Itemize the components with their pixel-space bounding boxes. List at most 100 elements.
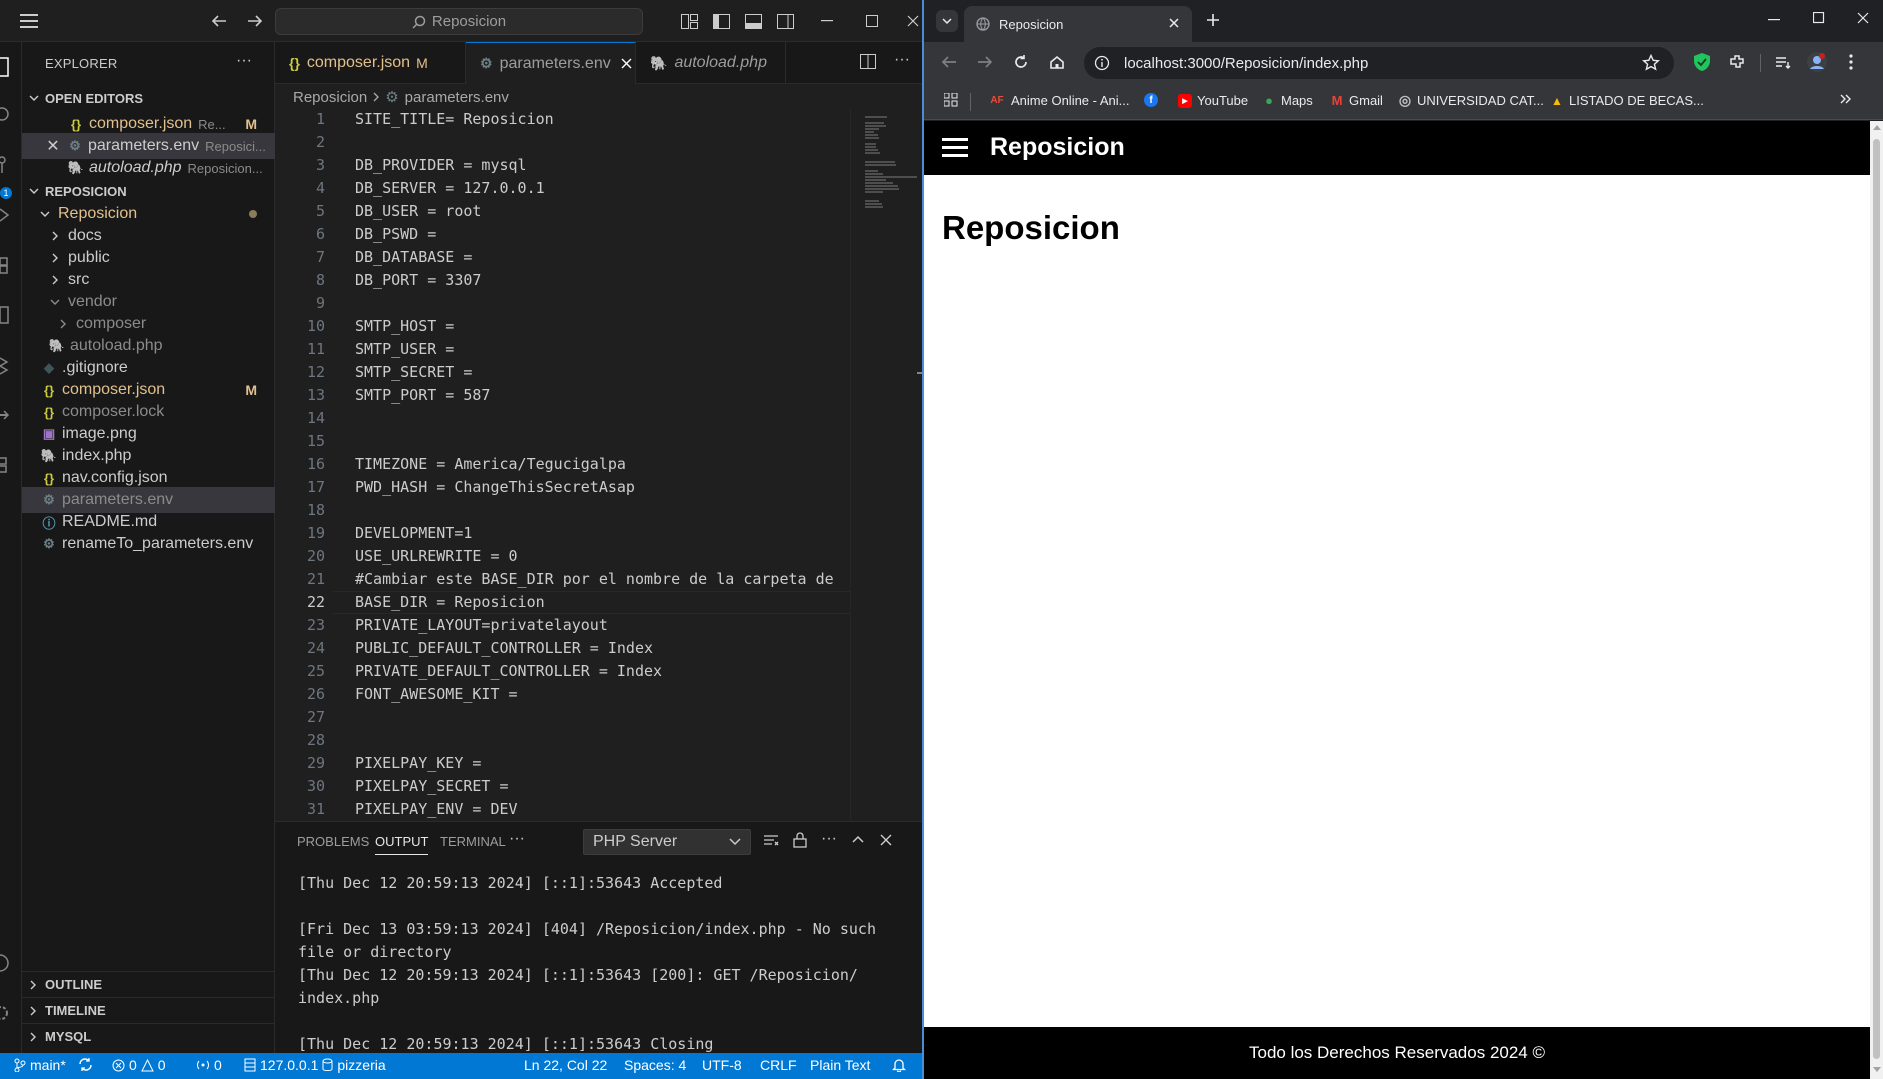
bookmark-anime-online[interactable]: AF Anime Online - Ani... (988, 93, 1129, 108)
tab-search-icon[interactable] (936, 10, 958, 32)
code-line[interactable]: SMTP_USER = (355, 338, 454, 361)
open-editors-section[interactable]: OPEN EDITORS (22, 85, 275, 111)
code-line[interactable]: DB_PROVIDER = mysql (355, 154, 527, 177)
more-actions-icon[interactable]: ··· (509, 830, 525, 848)
site-brand[interactable]: Reposicion (990, 133, 1125, 162)
code-line[interactable]: PIXELPAY_ENV = DEV (355, 798, 518, 821)
encoding[interactable]: UTF-8 (702, 1057, 742, 1073)
clear-output-icon[interactable] (763, 832, 779, 848)
tree-file-rename-parameters[interactable]: ⚙ renameTo_parameters.env (22, 531, 275, 557)
code-line[interactable]: DEVELOPMENT=1 (355, 522, 472, 545)
branch-status[interactable]: main* (14, 1057, 66, 1073)
bookmark-universidad[interactable]: ◎ UNIVERSIDAD CAT... (1398, 92, 1544, 108)
settings-gear-icon[interactable] (0, 996, 22, 1030)
source-control-icon[interactable] (0, 148, 22, 182)
search-icon[interactable] (0, 98, 22, 132)
breadcrumb-folder[interactable]: Reposicion (293, 89, 367, 106)
docker-icon[interactable] (0, 398, 22, 432)
toggle-secondary-sidebar-icon[interactable] (774, 10, 796, 32)
breadcrumb-file[interactable]: parameters.env (405, 89, 509, 106)
timeline-section[interactable]: TIMELINE (22, 997, 275, 1023)
bookmark-maps[interactable]: ● Maps (1262, 93, 1313, 108)
scrollbar-thumb[interactable] (1873, 139, 1880, 1059)
home-icon[interactable] (1048, 53, 1066, 71)
back-arrow-icon[interactable] (940, 53, 958, 71)
kebab-menu-icon[interactable] (1848, 53, 1854, 71)
code-line[interactable]: TIMEZONE = America/Tegucigalpa (355, 453, 626, 476)
tab-autoload-php[interactable]: 🐘 autoload.php (636, 42, 786, 84)
more-actions-icon[interactable]: ··· (236, 52, 252, 70)
bookmark-listado-becas[interactable]: ▲ LISTADO DE BECAS... (1550, 93, 1704, 108)
lock-icon[interactable] (793, 832, 807, 848)
testing-icon[interactable] (0, 348, 22, 382)
split-editor-icon[interactable] (860, 54, 876, 69)
notifications-bell-icon[interactable] (892, 1057, 906, 1072)
code-line[interactable]: PUBLIC_DEFAULT_CONTROLLER = Index (355, 637, 653, 660)
code-line[interactable]: PRIVATE_DEFAULT_CONTROLLER = Index (355, 660, 662, 683)
code-line[interactable]: DB_PORT = 3307 (355, 269, 481, 292)
tab-composer-json[interactable]: {} composer.json M (275, 42, 466, 84)
media-playlist-icon[interactable] (1774, 53, 1792, 71)
command-center-search[interactable]: Reposicion (275, 8, 643, 35)
code-line[interactable]: DB_PSWD = (355, 223, 436, 246)
maximize-icon[interactable] (1813, 12, 1825, 24)
close-panel-icon[interactable] (879, 832, 893, 848)
forward-arrow-icon[interactable] (976, 53, 994, 71)
close-tab-icon[interactable] (621, 58, 632, 69)
shield-icon[interactable] (1692, 52, 1712, 72)
run-debug-icon[interactable] (0, 198, 22, 232)
remote-explorer-icon[interactable] (0, 298, 22, 332)
code-line[interactable]: USE_URLREWRITE = 0 (355, 545, 518, 568)
problems-status[interactable]: 0 0 (112, 1057, 166, 1073)
close-icon[interactable] (906, 10, 920, 32)
chevron-double-right-icon[interactable] (1840, 93, 1852, 105)
editor-scrollbar[interactable] (909, 192, 922, 374)
more-actions-icon[interactable]: ··· (821, 831, 837, 848)
code-line[interactable]: FONT_AWESOME_KIT = (355, 683, 518, 706)
address-bar[interactable]: localhost:3000/Reposicion/index.php (1084, 47, 1674, 79)
output-channel-select[interactable]: PHP Server (583, 829, 751, 855)
tab-output[interactable]: OUTPUT (375, 834, 429, 855)
output-log[interactable]: [Thu Dec 12 20:59:13 2024] [::1]:53643 A… (298, 872, 908, 1056)
browser-tab-active[interactable]: Reposicion (964, 6, 1192, 42)
tab-terminal[interactable]: TERMINAL (440, 834, 506, 849)
back-arrow-icon[interactable] (208, 10, 230, 32)
close-icon[interactable] (1857, 12, 1869, 24)
bookmark-gmail[interactable]: M Gmail (1330, 93, 1383, 108)
code-line[interactable]: SMTP_PORT = 587 (355, 384, 490, 407)
ports-status[interactable]: 0 (196, 1057, 222, 1073)
files-icon[interactable] (0, 50, 22, 84)
code-line[interactable]: #Cambiar este BASE_DIR por el nombre de … (355, 568, 834, 591)
hamburger-menu-icon[interactable] (942, 138, 968, 158)
menu-icon[interactable] (18, 10, 40, 32)
sync-icon[interactable] (78, 1057, 93, 1072)
forward-arrow-icon[interactable] (244, 10, 266, 32)
database-icon[interactable] (0, 448, 22, 482)
page-scrollbar[interactable] (1870, 121, 1883, 1079)
maximize-icon[interactable] (861, 10, 883, 32)
code-line[interactable]: SMTP_HOST = (355, 315, 454, 338)
code-editor[interactable]: 1 SITE_TITLE= Reposicion 2 3 DB_PROVIDER = m… (275, 108, 850, 821)
close-editor-icon[interactable]: ✕ (44, 136, 62, 156)
code-line[interactable]: PIXELPAY_KEY = (355, 752, 481, 775)
code-line[interactable]: SMTP_SECRET = (355, 361, 472, 384)
minimize-icon[interactable] (1768, 19, 1780, 21)
code-line[interactable]: DB_SERVER = 127.0.0.1 (355, 177, 545, 200)
code-line[interactable]: BASE_DIR = Reposicion (355, 591, 545, 614)
close-tab-icon[interactable] (1166, 15, 1182, 31)
language-mode[interactable]: Plain Text (810, 1057, 870, 1073)
account-icon[interactable] (0, 946, 22, 980)
bookmark-youtube[interactable]: ▶ YouTube (1178, 93, 1248, 108)
site-info-icon[interactable] (1094, 55, 1110, 71)
maximize-panel-icon[interactable] (851, 832, 865, 848)
end-of-line[interactable]: CRLF (760, 1057, 797, 1073)
code-line[interactable]: SITE_TITLE= Reposicion (355, 108, 554, 131)
code-line[interactable]: DB_USER = root (355, 200, 481, 223)
new-tab-icon[interactable] (1204, 11, 1222, 29)
extensions-puzzle-icon[interactable] (1728, 53, 1746, 71)
toggle-panel-icon[interactable] (742, 10, 764, 32)
customize-layout-icon[interactable] (678, 10, 700, 32)
bookmark-star-icon[interactable] (1642, 54, 1660, 72)
profile-avatar[interactable] (1806, 51, 1828, 73)
code-line[interactable]: PIXELPAY_SECRET = (355, 775, 509, 798)
